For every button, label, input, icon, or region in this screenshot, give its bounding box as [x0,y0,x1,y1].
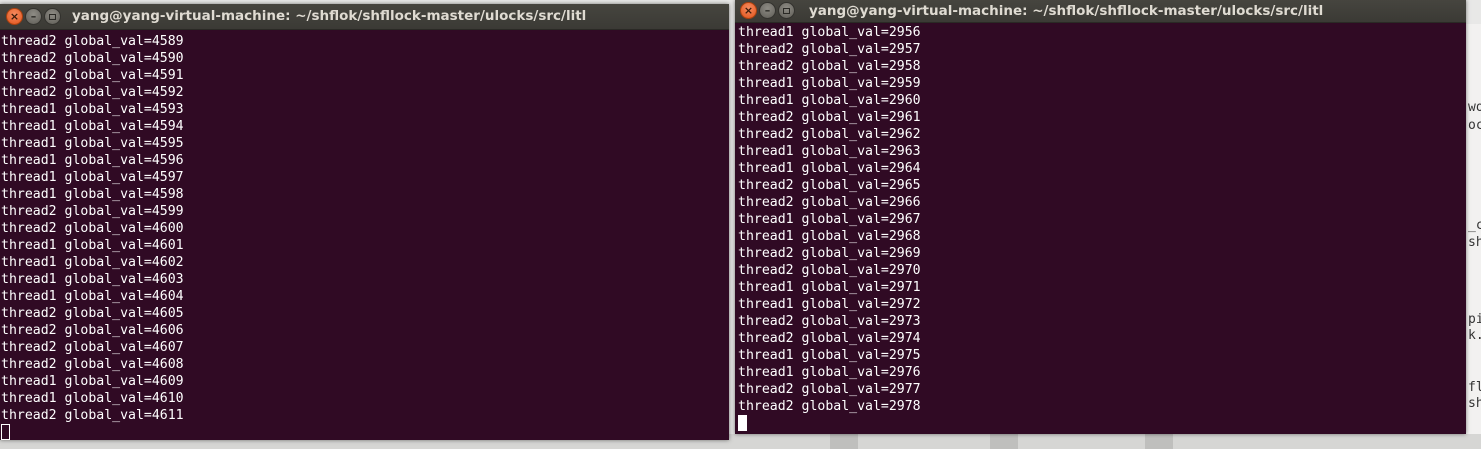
window-controls: × – [6,8,61,25]
terminal-line: thread2 global_val=4600 [1,221,184,236]
terminal-line: thread1 global_val=4609 [1,374,184,389]
terminal-line: thread2 global_val=4607 [1,340,184,355]
background-text: wo [1468,100,1481,115]
prompt-line[interactable] [738,415,1466,432]
terminal-line: thread2 global_val=2970 [738,263,921,278]
terminal-line: thread1 global_val=2964 [738,161,921,176]
terminal-line: thread1 global_val=2972 [738,297,921,312]
maximize-icon[interactable] [44,8,61,25]
terminal-line: thread1 global_val=2968 [738,229,921,244]
background-text: oc [1468,118,1481,133]
prompt-line[interactable] [1,424,729,440]
text-cursor [738,415,747,431]
close-icon[interactable]: × [6,8,23,25]
window-title: yang@yang-virtual-machine: ~/shflok/shfl… [809,3,1324,19]
terminal-line: thread2 global_val=2973 [738,314,921,329]
background-text: fl [1468,380,1481,395]
window-controls: × – [740,2,795,19]
terminal-line: thread1 global_val=4598 [1,187,184,202]
terminal-line: thread1 global_val=4602 [1,255,184,270]
terminal-line: thread2 global_val=4611 [1,408,184,423]
terminal-line: thread2 global_val=2977 [738,382,921,397]
terminal-line: thread2 global_val=2961 [738,110,921,125]
terminal-line: thread2 global_val=2969 [738,246,921,261]
terminal-line: thread1 global_val=2959 [738,76,921,91]
terminal-line: thread1 global_val=4595 [1,136,184,151]
terminal-line: thread1 global_val=4604 [1,289,184,304]
desktop-icon[interactable] [990,434,1018,449]
maximize-icon[interactable] [778,2,795,19]
terminal-line: thread2 global_val=4605 [1,306,184,321]
minimize-icon[interactable]: – [759,2,776,19]
terminal-line: thread2 global_val=2974 [738,331,921,346]
terminal-line: thread2 global_val=2978 [738,399,921,414]
window-title: yang@yang-virtual-machine: ~/shflok/shfl… [72,8,587,24]
terminal-line: thread1 global_val=2963 [738,144,921,159]
terminal-line: thread2 global_val=4590 [1,51,184,66]
terminal-line: thread2 global_val=4591 [1,68,184,83]
window-titlebar[interactable]: × – yang@yang-virtual-machine: ~/shflok/… [0,4,729,30]
close-icon[interactable]: × [740,2,757,19]
terminal-line: thread1 global_val=4601 [1,238,184,253]
minimize-icon[interactable]: – [25,8,42,25]
terminal-line: thread1 global_val=2960 [738,93,921,108]
background-text: pi [1468,312,1481,327]
terminal-line: thread1 global_val=2956 [738,25,921,40]
terminal-line: thread2 global_val=2957 [738,42,921,57]
terminal-line: thread2 global_val=4608 [1,357,184,372]
background-text: _c [1468,218,1481,233]
terminal-line: thread1 global_val=4594 [1,119,184,134]
terminal-line: thread1 global_val=2976 [738,365,921,380]
terminal-line: thread1 global_val=4596 [1,153,184,168]
terminal-output[interactable]: thread1 global_val=2956 thread2 global_va… [738,24,1466,434]
background-text: k. [1468,328,1481,343]
terminal-line: thread1 global_val=4610 [1,391,184,406]
terminal-output[interactable]: thread2 global_val=4589 thread2 global_va… [1,33,729,440]
terminal-window-left[interactable]: × – yang@yang-virtual-machine: ~/shflok/… [0,4,729,440]
terminal-line: thread2 global_val=4589 [1,34,184,49]
background-text: sh [1468,235,1481,250]
terminal-line: thread2 global_val=4592 [1,85,184,100]
terminal-line: thread1 global_val=2975 [738,348,921,363]
terminal-line: thread2 global_val=2958 [738,59,921,74]
terminal-line: thread2 global_val=2962 [738,127,921,142]
background-text: sh [1468,396,1481,411]
desktop-icon[interactable] [1145,434,1173,449]
terminal-window-right[interactable]: × – yang@yang-virtual-machine: ~/shflok/… [735,0,1466,434]
desktop-icon[interactable] [830,434,858,449]
terminal-line: thread2 global_val=4606 [1,323,184,338]
terminal-line: thread2 global_val=2965 [738,178,921,193]
terminal-line: thread1 global_val=4597 [1,170,184,185]
terminal-line: thread1 global_val=2967 [738,212,921,227]
text-cursor [1,424,10,440]
terminal-line: thread2 global_val=2966 [738,195,921,210]
window-titlebar[interactable]: × – yang@yang-virtual-machine: ~/shflok/… [735,0,1466,23]
terminal-line: thread1 global_val=4593 [1,102,184,117]
background-window: wo oc _c sh pi k. fl sh [1466,24,1481,434]
terminal-line: thread1 global_val=4603 [1,272,184,287]
terminal-line: thread1 global_val=2971 [738,280,921,295]
terminal-line: thread2 global_val=4599 [1,204,184,219]
